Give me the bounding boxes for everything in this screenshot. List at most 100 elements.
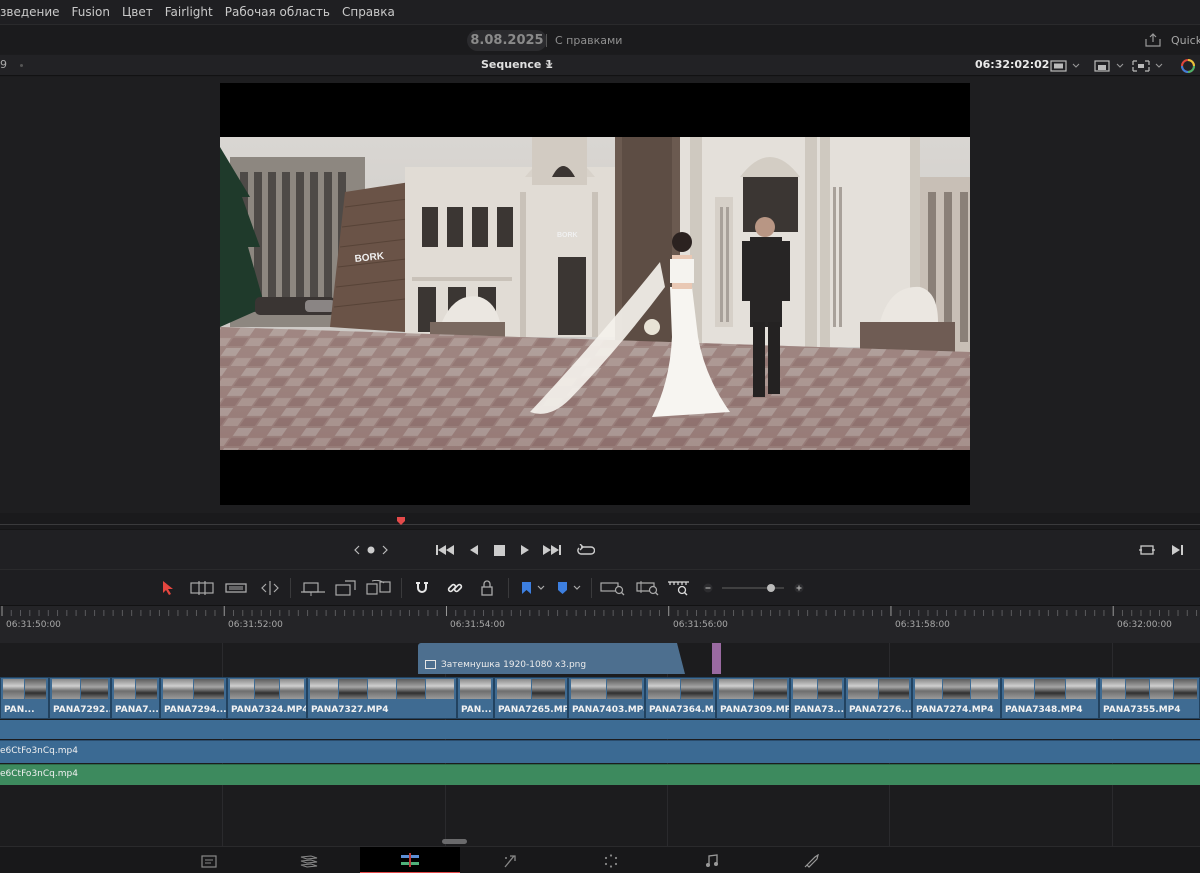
zoom-in-button[interactable] bbox=[794, 579, 804, 597]
clip-thumbnail bbox=[230, 679, 304, 699]
video-clip[interactable]: PANA7276... bbox=[845, 677, 912, 719]
page-tab-fairlight[interactable] bbox=[662, 847, 762, 873]
linked-selection-icon bbox=[447, 583, 463, 593]
blade-tool-button[interactable] bbox=[225, 579, 247, 597]
snapping-button[interactable] bbox=[414, 579, 430, 597]
menu-item-color[interactable]: Цвет bbox=[116, 5, 159, 19]
sequence-title[interactable]: Sequence 1 bbox=[481, 58, 553, 71]
stop-button[interactable] bbox=[493, 543, 505, 557]
ruler-label: 06:31:54:00 bbox=[450, 620, 505, 630]
menu-item-fairlight[interactable]: Fairlight bbox=[159, 5, 219, 19]
viewer-frame[interactable]: BORK BORK bbox=[220, 83, 970, 505]
dynamic-trim-button[interactable] bbox=[258, 579, 282, 597]
video-clip[interactable]: PANA7327.MP4 bbox=[307, 677, 457, 719]
quick-export-label[interactable]: Quick bbox=[1171, 34, 1200, 47]
zoom-out-button[interactable] bbox=[703, 579, 713, 597]
cut-page-icon bbox=[300, 854, 318, 868]
menu-item-fusion[interactable]: Fusion bbox=[66, 5, 116, 19]
viewer-options-dot-icon[interactable] bbox=[20, 64, 23, 67]
position-lock-button[interactable] bbox=[480, 579, 494, 597]
timeline-tracks[interactable]: Затемнушка 1920-1080 x3.png PAN... PANA7… bbox=[0, 643, 1200, 846]
clip-label: PAN... bbox=[4, 705, 35, 715]
clip-label: PANA7348.MP4 bbox=[1005, 705, 1083, 715]
audio-clip-green[interactable]: e6CtFo3nCq.mp4 bbox=[0, 764, 1200, 785]
audio-track-1-upper[interactable] bbox=[0, 720, 1200, 739]
timeline-ruler[interactable]: 06:31:50:00 06:31:52:00 06:31:54:00 06:3… bbox=[0, 605, 1200, 643]
v2-overlay-clip[interactable]: Затемнушка 1920-1080 x3.png bbox=[418, 643, 685, 674]
page-tab-fusion[interactable] bbox=[460, 847, 560, 873]
video-clip[interactable]: PANA7403.MP4 bbox=[568, 677, 645, 719]
scrub-track[interactable] bbox=[0, 524, 1200, 525]
video-clip[interactable]: PAN... bbox=[0, 677, 49, 719]
zoom-slider[interactable] bbox=[720, 579, 790, 597]
chevron-down-icon[interactable] bbox=[545, 62, 553, 68]
menu-item-workspace[interactable]: Рабочая область bbox=[219, 5, 336, 19]
video-clip[interactable]: PANA7324.MP4 bbox=[227, 677, 307, 719]
clip-thumbnail bbox=[571, 679, 642, 699]
playhead-icon[interactable] bbox=[397, 517, 405, 525]
clip-label: PANA7294... bbox=[164, 705, 227, 715]
loop-button[interactable] bbox=[576, 543, 596, 557]
selection-tool-button[interactable] bbox=[162, 579, 174, 597]
menu-item-help[interactable]: Справка bbox=[336, 5, 401, 19]
viewer-zoom-label[interactable]: 9 bbox=[0, 58, 7, 71]
trim-tool-button[interactable] bbox=[190, 579, 214, 597]
jog-right-button[interactable] bbox=[380, 543, 390, 557]
video-clip[interactable]: PANA7292... bbox=[49, 677, 111, 719]
audio-clip[interactable]: e6CtFo3nCq.mp4 bbox=[0, 740, 1200, 763]
video-clip[interactable]: PANA7265.MP4 bbox=[494, 677, 568, 719]
viewer-overlay-button[interactable] bbox=[1093, 58, 1127, 73]
overwrite-clip-button[interactable] bbox=[335, 579, 357, 597]
menu-item-edit[interactable]: зведение bbox=[0, 5, 66, 19]
viewer-transform-button[interactable] bbox=[1131, 58, 1167, 73]
jog-dot-icon bbox=[367, 546, 375, 554]
match-frame-button[interactable] bbox=[1138, 543, 1156, 557]
video-clip[interactable]: PANA7364.M... bbox=[645, 677, 716, 719]
video-clip[interactable]: PANA73... bbox=[790, 677, 845, 719]
page-tab-cut[interactable] bbox=[259, 847, 359, 873]
video-clip[interactable]: PANA7294... bbox=[160, 677, 227, 719]
page-tab-color[interactable] bbox=[561, 847, 661, 873]
clip-label: e6CtFo3nCq.mp4 bbox=[0, 769, 78, 779]
zoom-slider-track bbox=[722, 584, 784, 592]
video-clip[interactable]: PANA7309.MP4 bbox=[716, 677, 790, 719]
flag-button[interactable] bbox=[520, 579, 548, 597]
project-name[interactable]: 8.08.2025 bbox=[467, 30, 547, 51]
page-tab-media[interactable] bbox=[159, 847, 259, 873]
toolbar-separator bbox=[508, 578, 509, 598]
color-scope-button[interactable] bbox=[1180, 58, 1196, 73]
video-clip[interactable]: PANA7... bbox=[111, 677, 160, 719]
video-clip[interactable]: PANA7274.MP4 bbox=[912, 677, 1001, 719]
jog-dot-button[interactable] bbox=[366, 543, 376, 557]
timeline-scroll-handle[interactable] bbox=[442, 839, 467, 844]
viewer-scrub-bar[interactable] bbox=[0, 513, 1200, 529]
share-icon[interactable] bbox=[1145, 33, 1161, 47]
page-tab-edit[interactable] bbox=[360, 847, 460, 873]
play-reverse-button[interactable] bbox=[467, 543, 479, 557]
jog-left-icon bbox=[354, 545, 360, 555]
go-to-end-button[interactable] bbox=[543, 543, 561, 557]
zoom-custom-button[interactable] bbox=[667, 579, 693, 597]
replace-clip-button[interactable] bbox=[366, 579, 392, 597]
clip-thumbnail bbox=[497, 679, 565, 699]
transport-controls bbox=[0, 529, 1200, 569]
viewer-size-button[interactable] bbox=[1050, 58, 1080, 73]
video-clip[interactable]: PANA7348.MP4 bbox=[1001, 677, 1099, 719]
color-page-icon bbox=[604, 853, 618, 868]
play-button[interactable] bbox=[519, 543, 531, 557]
linked-selection-button[interactable] bbox=[447, 579, 463, 597]
video-clip[interactable]: PANA7355.MP4 bbox=[1099, 677, 1200, 719]
zoom-full-button[interactable] bbox=[600, 579, 626, 597]
v2-adjustment-clip[interactable] bbox=[712, 643, 721, 674]
insert-clip-button[interactable] bbox=[300, 579, 326, 597]
video-clip[interactable]: PAN... bbox=[457, 677, 494, 719]
page-tab-deliver[interactable] bbox=[762, 847, 862, 873]
marker-button[interactable] bbox=[556, 579, 584, 597]
zoom-detail-button[interactable] bbox=[636, 579, 662, 597]
go-to-end-icon bbox=[543, 545, 561, 555]
jog-left-button[interactable] bbox=[352, 543, 362, 557]
clip-label: PANA7403.MP4 bbox=[572, 705, 645, 715]
go-to-start-button[interactable] bbox=[436, 543, 454, 557]
next-frame-button[interactable] bbox=[1171, 543, 1185, 557]
clip-thumbnail bbox=[719, 679, 787, 699]
